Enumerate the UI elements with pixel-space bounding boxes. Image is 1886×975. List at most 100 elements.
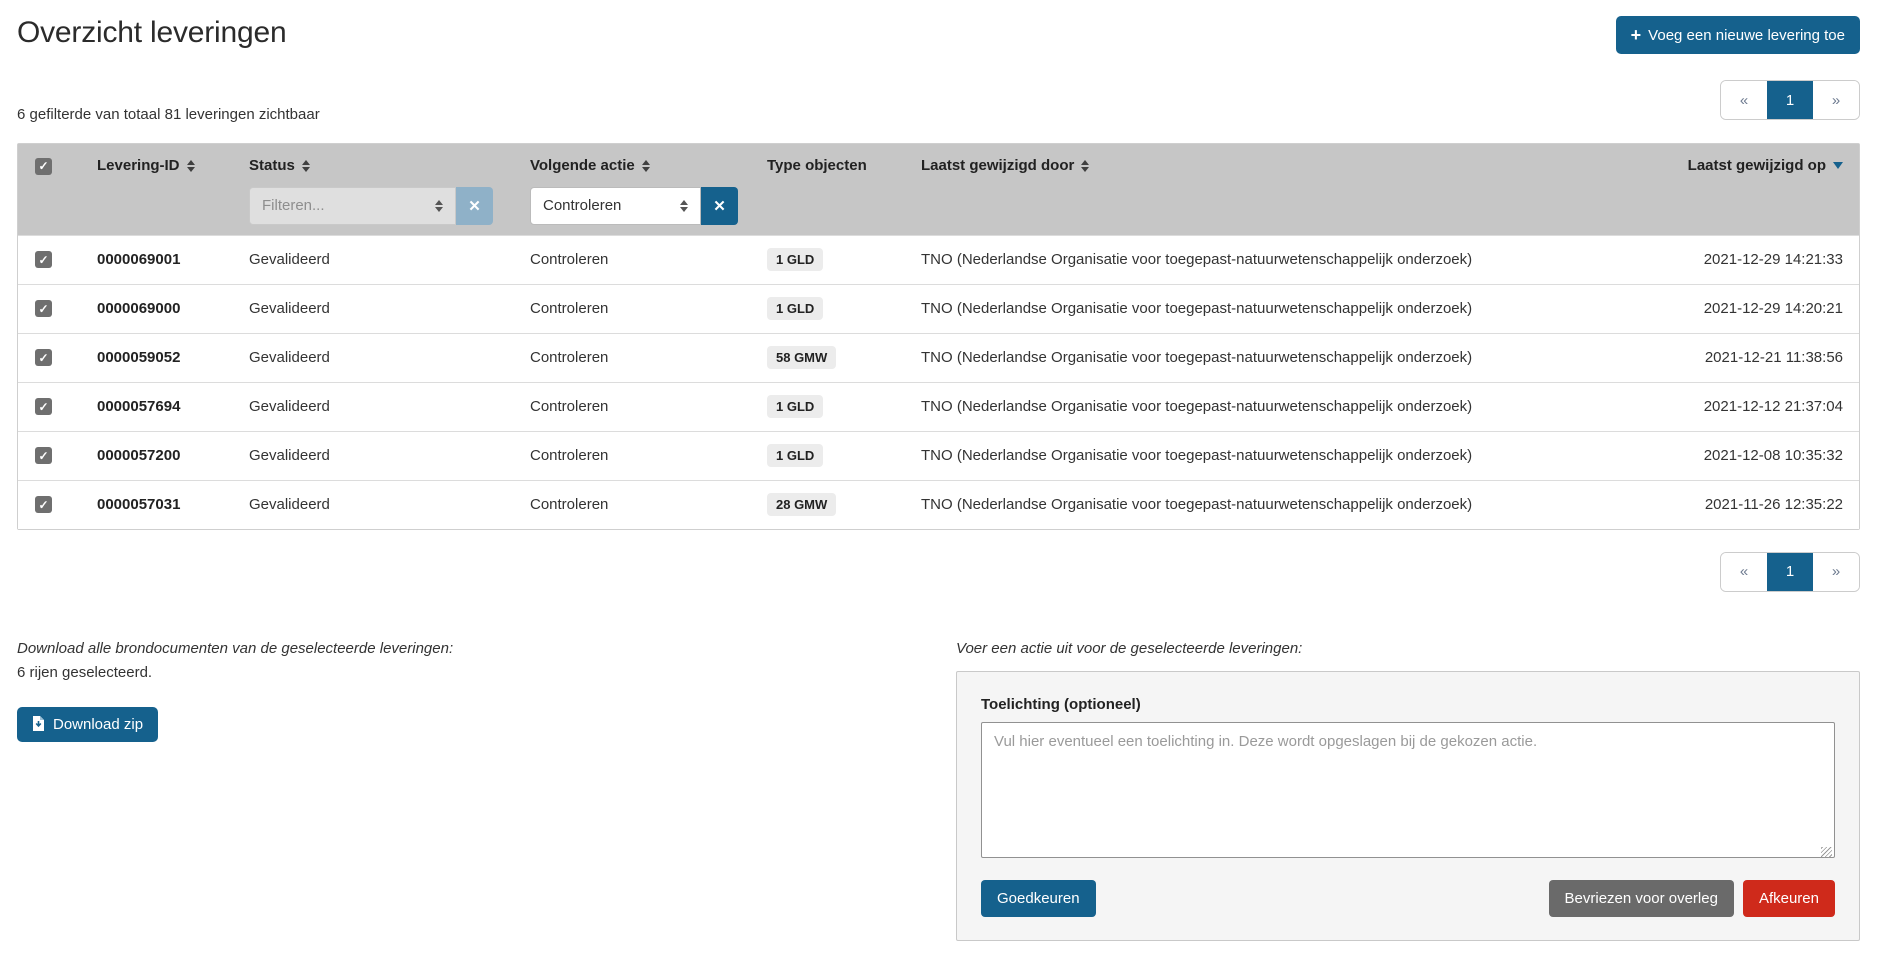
- column-header-volgende-actie[interactable]: Volgende actie: [530, 157, 767, 174]
- volgende-actie-filter-value: Controleren: [543, 197, 621, 214]
- cell-status: Gevalideerd: [249, 251, 530, 268]
- row-checkbox-cell: ✓: [18, 496, 97, 514]
- row-checkbox-cell: ✓: [18, 398, 97, 416]
- table-row[interactable]: ✓ 0000057031 Gevalideerd Controleren 28 …: [18, 480, 1859, 529]
- cell-volgende-actie: Controleren: [530, 349, 767, 366]
- select-all-checkbox[interactable]: ✓: [35, 158, 52, 175]
- volgende-actie-filter-clear-button[interactable]: ✕: [701, 187, 738, 225]
- cell-status: Gevalideerd: [249, 300, 530, 317]
- cell-laatst-gewijzigd-door: TNO (Nederlandse Organisatie voor toegep…: [921, 251, 1635, 268]
- row-checkbox[interactable]: ✓: [35, 251, 52, 268]
- type-objecten-badge: 58 GMW: [767, 346, 836, 369]
- row-checkbox[interactable]: ✓: [35, 398, 52, 415]
- cell-laatst-gewijzigd-op: 2021-12-08 10:35:32: [1635, 447, 1859, 464]
- cell-levering-id[interactable]: 0000057031: [97, 496, 249, 513]
- toelichting-textarea[interactable]: [981, 722, 1835, 858]
- cell-laatst-gewijzigd-door: TNO (Nederlandse Organisatie voor toegep…: [921, 496, 1635, 513]
- type-objecten-badge: 1 GLD: [767, 297, 823, 320]
- freeze-button[interactable]: Bevriezen voor overleg: [1549, 880, 1734, 917]
- cell-type-objecten: 1 GLD: [767, 444, 921, 467]
- cell-volgende-actie: Controleren: [530, 300, 767, 317]
- cell-laatst-gewijzigd-op: 2021-12-29 14:20:21: [1635, 300, 1859, 317]
- row-checkbox-cell: ✓: [18, 251, 97, 269]
- plus-icon: +: [1631, 26, 1642, 44]
- reject-button[interactable]: Afkeuren: [1743, 880, 1835, 917]
- cell-type-objecten: 1 GLD: [767, 297, 921, 320]
- deliveries-table: ✓ Levering-ID Status Volgende actie Type…: [17, 143, 1860, 530]
- selected-rows-count: 6 rijen geselecteerd.: [17, 664, 956, 681]
- column-header-type-objecten: Type objecten: [767, 157, 921, 174]
- pagination-prev-button[interactable]: «: [1721, 553, 1767, 591]
- cell-laatst-gewijzigd-door: TNO (Nederlandse Organisatie voor toegep…: [921, 349, 1635, 366]
- cell-levering-id[interactable]: 0000057200: [97, 447, 249, 464]
- column-header-laatst-gewijzigd-door[interactable]: Laatst gewijzigd door: [921, 157, 1635, 174]
- header-checkbox-cell: ✓: [18, 157, 97, 175]
- action-panel: Toelichting (optioneel) Goedkeuren Bevri…: [956, 671, 1860, 941]
- select-updown-icon: [435, 200, 443, 212]
- column-header-levering-id[interactable]: Levering-ID: [97, 157, 249, 174]
- table-row[interactable]: ✓ 0000069001 Gevalideerd Controleren 1 G…: [18, 235, 1859, 284]
- cell-laatst-gewijzigd-op: 2021-12-21 11:38:56: [1635, 349, 1859, 366]
- column-label: Levering-ID: [97, 157, 180, 174]
- row-checkbox-cell: ✓: [18, 349, 97, 367]
- add-delivery-label: Voeg een nieuwe levering toe: [1648, 27, 1845, 44]
- cell-levering-id[interactable]: 0000069000: [97, 300, 249, 317]
- pagination-page-1[interactable]: 1: [1767, 553, 1813, 591]
- column-header-status[interactable]: Status: [249, 157, 530, 174]
- row-checkbox[interactable]: ✓: [35, 447, 52, 464]
- action-buttons-row: Goedkeuren Bevriezen voor overleg Afkeur…: [981, 880, 1835, 917]
- table-body: ✓ 0000069001 Gevalideerd Controleren 1 G…: [18, 235, 1859, 529]
- column-header-laatst-gewijzigd-op[interactable]: Laatst gewijzigd op: [1635, 157, 1859, 174]
- download-zip-label: Download zip: [53, 716, 143, 733]
- column-label: Laatst gewijzigd op: [1688, 157, 1826, 174]
- row-checkbox[interactable]: ✓: [35, 496, 52, 513]
- cell-status: Gevalideerd: [249, 398, 530, 415]
- cell-laatst-gewijzigd-door: TNO (Nederlandse Organisatie voor toegep…: [921, 300, 1635, 317]
- cell-type-objecten: 1 GLD: [767, 248, 921, 271]
- table-row[interactable]: ✓ 0000057200 Gevalideerd Controleren 1 G…: [18, 431, 1859, 480]
- column-label: Type objecten: [767, 157, 867, 174]
- type-objecten-badge: 1 GLD: [767, 444, 823, 467]
- pagination-next-button[interactable]: »: [1813, 553, 1859, 591]
- filter-summary: 6 gefilterde van totaal 81 leveringen zi…: [17, 106, 320, 125]
- cell-status: Gevalideerd: [249, 349, 530, 366]
- pagination-next-button[interactable]: »: [1813, 81, 1859, 119]
- table-header-labels: ✓ Levering-ID Status Volgende actie Type…: [18, 157, 1859, 175]
- cell-levering-id[interactable]: 0000069001: [97, 251, 249, 268]
- sort-icon: [187, 160, 195, 172]
- cell-laatst-gewijzigd-op: 2021-12-12 21:37:04: [1635, 398, 1859, 415]
- add-delivery-button[interactable]: + Voeg een nieuwe levering toe: [1616, 16, 1860, 54]
- table-header: ✓ Levering-ID Status Volgende actie Type…: [18, 144, 1859, 235]
- cell-volgende-actie: Controleren: [530, 447, 767, 464]
- approve-button[interactable]: Goedkeuren: [981, 880, 1096, 917]
- status-filter-clear-button[interactable]: ✕: [456, 187, 493, 225]
- textarea-resize-handle[interactable]: [1821, 847, 1832, 858]
- action-section: Voer een actie uit voor de geselecteerde…: [956, 640, 1860, 941]
- pagination-prev-button[interactable]: «: [1721, 81, 1767, 119]
- summary-row: 6 gefilterde van totaal 81 leveringen zi…: [17, 106, 1860, 125]
- row-checkbox[interactable]: ✓: [35, 300, 52, 317]
- pagination-page-1[interactable]: 1: [1767, 81, 1813, 119]
- row-checkbox[interactable]: ✓: [35, 349, 52, 366]
- download-zip-button[interactable]: Download zip: [17, 707, 158, 742]
- type-objecten-badge: 1 GLD: [767, 248, 823, 271]
- table-row[interactable]: ✓ 0000069000 Gevalideerd Controleren 1 G…: [18, 284, 1859, 333]
- cell-status: Gevalideerd: [249, 496, 530, 513]
- row-checkbox-cell: ✓: [18, 447, 97, 465]
- bottom-pagination-row: « 1 »: [17, 552, 1860, 592]
- status-filter-placeholder: Filteren...: [262, 197, 325, 214]
- cell-levering-id[interactable]: 0000059052: [97, 349, 249, 366]
- volgende-actie-filter-select[interactable]: Controleren: [530, 187, 701, 225]
- status-filter-select[interactable]: Filteren...: [249, 187, 456, 225]
- status-filter-cell: Filteren... ✕: [249, 187, 530, 225]
- cell-type-objecten: 1 GLD: [767, 395, 921, 418]
- volgende-actie-filter-cell: Controleren ✕: [530, 187, 767, 225]
- pagination-top: « 1 »: [1720, 80, 1860, 120]
- row-checkbox-cell: ✓: [18, 300, 97, 318]
- sort-icon: [642, 160, 650, 172]
- table-row[interactable]: ✓ 0000057694 Gevalideerd Controleren 1 G…: [18, 382, 1859, 431]
- select-updown-icon: [680, 200, 688, 212]
- cell-levering-id[interactable]: 0000057694: [97, 398, 249, 415]
- table-row[interactable]: ✓ 0000059052 Gevalideerd Controleren 58 …: [18, 333, 1859, 382]
- cell-laatst-gewijzigd-door: TNO (Nederlandse Organisatie voor toegep…: [921, 398, 1635, 415]
